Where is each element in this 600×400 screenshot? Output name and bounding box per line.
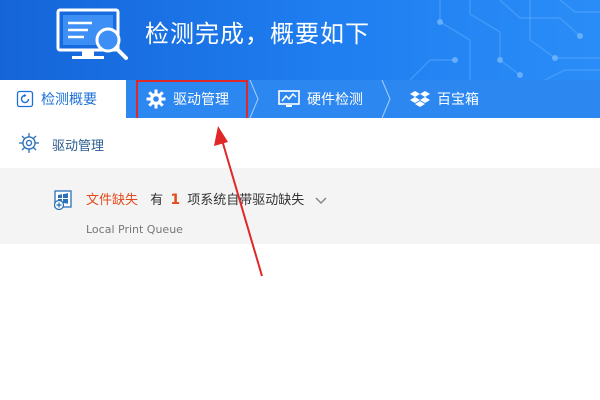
tab-hardware-label: 硬件检测 bbox=[307, 92, 363, 108]
missing-summary[interactable]: 文件缺失 有 1 项系统自带驱动缺失 bbox=[86, 189, 328, 208]
chevron-down-icon[interactable] bbox=[314, 196, 328, 206]
tab-overview-label: 检测概要 bbox=[41, 92, 97, 108]
missing-suffix: 项系统自带驱动缺失 bbox=[187, 193, 305, 208]
tab-separator bbox=[381, 80, 391, 118]
windows-file-icon bbox=[53, 190, 72, 210]
tab-bar-filler bbox=[520, 80, 600, 118]
chart-monitor-icon bbox=[278, 90, 300, 107]
missing-prefix: 有 bbox=[150, 193, 164, 208]
dropbox-icon bbox=[410, 91, 430, 107]
tab-overview[interactable]: 检测概要 bbox=[0, 80, 126, 118]
tab-separator bbox=[249, 80, 259, 118]
tab-driver-management[interactable]: 驱动管理 bbox=[126, 80, 254, 118]
missing-status: 文件缺失 bbox=[86, 193, 139, 208]
missing-count: 1 bbox=[170, 192, 181, 208]
missing-driver-panel: 文件缺失 有 1 项系统自带驱动缺失 Local Print Queue bbox=[0, 168, 600, 244]
tab-toolbox[interactable]: 百宝箱 bbox=[386, 80, 520, 118]
gear-icon bbox=[146, 89, 166, 109]
tab-hardware-check[interactable]: 硬件检测 bbox=[254, 80, 386, 118]
tab-toolbox-label: 百宝箱 bbox=[437, 92, 479, 108]
section-header: 驱动管理 bbox=[0, 118, 600, 168]
tab-driver-label: 驱动管理 bbox=[173, 92, 229, 108]
driver-item-name: Local Print Queue bbox=[86, 223, 183, 236]
tab-bar: 检测概要 驱动管理 硬件检测 百宝箱 bbox=[0, 80, 600, 118]
section-title: 驱动管理 bbox=[52, 139, 105, 154]
refresh-icon bbox=[16, 90, 34, 108]
monitor-search-icon bbox=[56, 8, 128, 60]
header-banner: 检测完成，概要如下 bbox=[0, 0, 600, 80]
gear-icon bbox=[19, 133, 39, 153]
page-title: 检测完成，概要如下 bbox=[145, 20, 370, 48]
